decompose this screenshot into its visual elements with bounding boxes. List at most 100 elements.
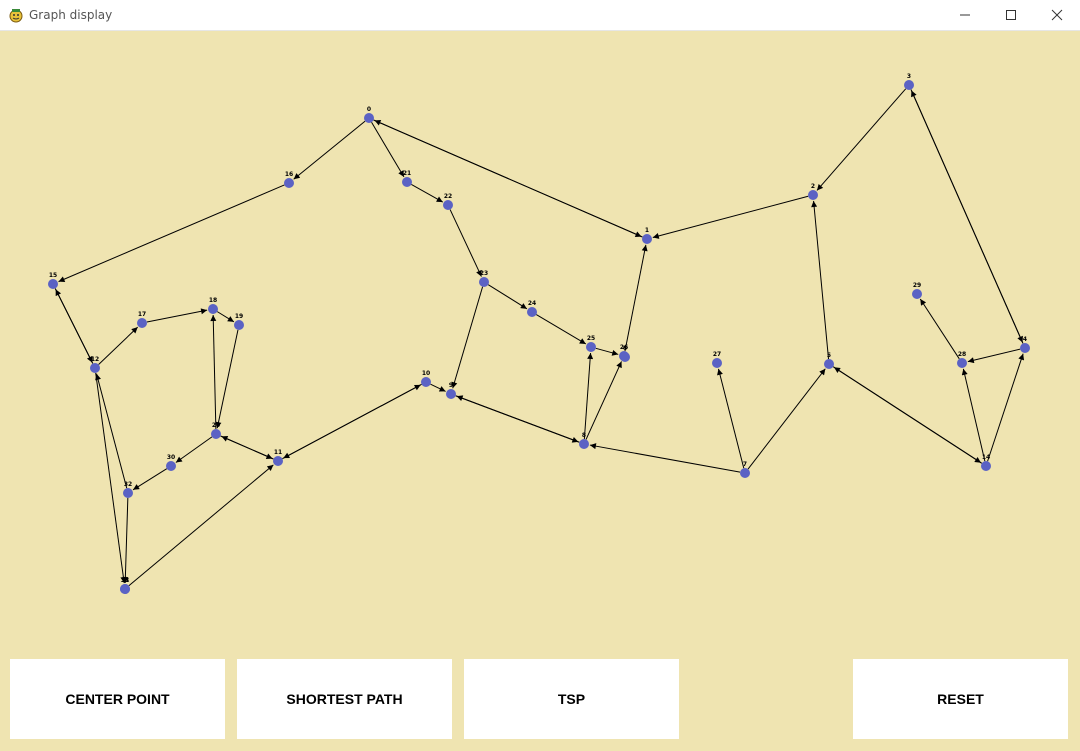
edge-1-0	[374, 119, 643, 238]
edge-0-21	[371, 122, 405, 178]
edge-12-13	[95, 372, 127, 584]
node-label: 2	[811, 183, 815, 190]
node-circle	[166, 461, 176, 471]
maximize-icon	[1006, 10, 1016, 20]
node-circle	[208, 304, 218, 314]
node-label: 3	[907, 73, 911, 80]
edge-5-2	[811, 200, 830, 360]
node-circle	[579, 439, 589, 449]
graph-node-24[interactable]: 24	[527, 300, 537, 317]
edge-25-26	[595, 347, 619, 356]
node-label: 14	[982, 454, 990, 461]
graph-node-27[interactable]: 27	[712, 351, 722, 368]
graph-node-26[interactable]: 26	[619, 344, 629, 361]
edge-14-28	[961, 368, 986, 462]
node-circle	[479, 277, 489, 287]
node-circle	[234, 320, 244, 330]
graph-node-5[interactable]: 5	[824, 352, 834, 369]
edge-20-18	[210, 314, 217, 430]
node-circle	[527, 307, 537, 317]
title-bar: Graph display	[0, 0, 1080, 31]
edge-8-26	[585, 361, 622, 440]
node-label: 4	[1023, 336, 1027, 343]
node-circle	[912, 289, 922, 299]
edge-14-5	[833, 366, 983, 464]
graph-node-0[interactable]: 0	[364, 106, 374, 123]
tsp-button[interactable]: TSP	[464, 659, 679, 739]
node-label: 27	[713, 351, 721, 358]
close-button[interactable]	[1034, 0, 1080, 30]
node-label: 29	[913, 282, 921, 289]
edge-32-12	[95, 373, 128, 489]
graph-node-19[interactable]: 19	[234, 313, 244, 330]
node-label: 32	[124, 481, 132, 488]
edge-7-5	[747, 368, 826, 470]
node-circle	[808, 190, 818, 200]
graph-node-30[interactable]: 30	[166, 454, 176, 471]
node-label: 24	[528, 300, 536, 307]
node-circle	[957, 358, 967, 368]
graph-node-28[interactable]: 28	[957, 351, 967, 368]
graph-node-15[interactable]: 15	[48, 272, 58, 289]
shortest-path-button[interactable]: SHORTEST PATH	[237, 659, 452, 739]
graph-node-7[interactable]: 7	[740, 461, 750, 478]
node-label: 30	[167, 454, 175, 461]
maximize-button[interactable]	[988, 0, 1034, 30]
node-label: 15	[49, 272, 57, 279]
graph-node-20[interactable]: 20	[211, 422, 221, 439]
graph-node-4[interactable]: 4	[1020, 336, 1030, 353]
edge-16-15	[58, 184, 285, 283]
graph-node-9[interactable]: 9	[446, 382, 456, 399]
graph-node-2[interactable]: 2	[808, 183, 818, 200]
node-label: 1	[645, 227, 649, 234]
node-label: 17	[138, 311, 146, 318]
graph-node-16[interactable]: 16	[284, 171, 294, 188]
node-label: 9	[449, 382, 453, 389]
graph-node-29[interactable]: 29	[912, 282, 922, 299]
graph-node-14[interactable]: 14	[981, 454, 991, 471]
graph-node-1[interactable]: 1	[642, 227, 652, 244]
graph-node-11[interactable]: 11	[273, 449, 283, 466]
graph-canvas[interactable]: 0 1 2 3 4 5 6 7 8 9 10 11 12 13 14 15 16 17 18 19 20 21 22 23 24…	[0, 31, 1080, 751]
minimize-button[interactable]	[942, 0, 988, 30]
node-label: 19	[235, 313, 243, 320]
node-circle	[90, 363, 100, 373]
node-label: 20	[212, 422, 220, 429]
node-label: 5	[827, 352, 831, 359]
node-label: 18	[209, 297, 217, 304]
edge-32-31	[122, 497, 129, 584]
node-circle	[421, 377, 431, 387]
node-circle	[120, 584, 130, 594]
reset-button[interactable]: RESET	[853, 659, 1068, 739]
graph-node-8[interactable]: 8	[579, 432, 589, 449]
node-circle	[137, 318, 147, 328]
close-icon	[1051, 9, 1063, 21]
graph-display-window: Graph display 0123456789 10 11 12 13 14 …	[0, 0, 1080, 751]
graph-node-25[interactable]: 25	[586, 335, 596, 352]
graph-svg: 0123456789101112131415161718192021222324…	[48, 73, 1030, 594]
node-label: 7	[743, 461, 747, 468]
graph-node-12[interactable]: 12	[90, 356, 100, 373]
nodes-layer: 0123456789101112131415161718192021222324…	[48, 73, 1030, 594]
center-point-button[interactable]: CENTER POINT	[10, 659, 225, 739]
edge-10-9	[430, 383, 446, 392]
graph-node-21[interactable]: 21	[402, 170, 412, 187]
graph-node-22[interactable]: 22	[443, 193, 453, 210]
edge-30-32	[132, 468, 168, 491]
graph-node-23[interactable]: 23	[479, 270, 489, 287]
graph-node-32[interactable]: 32	[123, 481, 133, 498]
node-circle	[824, 359, 834, 369]
minimize-icon	[960, 14, 970, 16]
graph-node-10[interactable]: 10	[421, 370, 431, 387]
graph-node-17[interactable]: 17	[137, 311, 147, 328]
graph-node-31[interactable]: 31	[120, 577, 130, 594]
node-label: 25	[587, 335, 595, 342]
graph-node-3[interactable]: 3	[904, 73, 914, 90]
edge-7-27	[717, 368, 745, 469]
edge-18-19	[216, 311, 235, 323]
node-circle	[981, 461, 991, 471]
graph-node-18[interactable]: 18	[208, 297, 218, 314]
edge-14-4	[987, 353, 1025, 462]
edge-9-8	[455, 395, 579, 443]
node-circle	[904, 80, 914, 90]
